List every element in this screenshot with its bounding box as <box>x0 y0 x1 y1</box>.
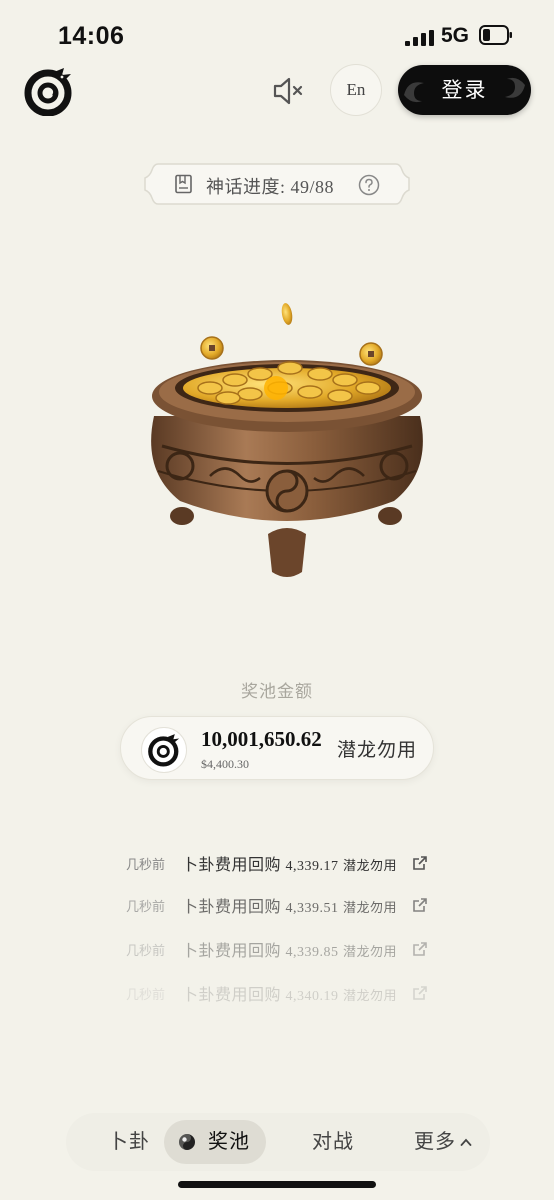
external-link-icon[interactable] <box>412 941 428 957</box>
prize-pool-label: 奖池金额 <box>241 682 313 701</box>
feed-action: 卜卦费用回购 <box>182 987 282 1004</box>
feed-token: 潜龙勿用 <box>343 900 398 915</box>
yin-yang-icon <box>179 1134 195 1150</box>
feed-time: 几秒前 <box>126 987 166 1002</box>
dragon-logo-icon <box>148 734 180 767</box>
status-bar: 14:06 5G <box>0 0 554 70</box>
feed-token: 潜龙勿用 <box>343 988 398 1003</box>
feed-time: 几秒前 <box>126 857 166 872</box>
external-link-icon[interactable] <box>412 897 428 913</box>
nav-item-battle[interactable]: 对战 <box>312 1113 354 1171</box>
feed-time: 几秒前 <box>126 899 166 914</box>
list-item: 几秒前 卜卦费用回购 4,339.85 潜龙勿用 <box>0 934 554 964</box>
feed-description: 卜卦费用回购 4,339.85 潜龙勿用 <box>182 937 397 961</box>
prize-usd-value: $4,400.30 <box>201 757 249 771</box>
language-toggle-button[interactable]: En <box>330 64 382 116</box>
network-label: 5G <box>441 24 470 47</box>
feed-amount: 4,339.51 <box>285 901 339 916</box>
token-logo <box>141 727 187 773</box>
feed-description: 卜卦费用回购 4,339.17 潜龙勿用 <box>182 851 397 875</box>
external-link-icon[interactable] <box>412 985 428 1001</box>
mute-icon[interactable] <box>270 75 304 107</box>
login-label: 登录 <box>441 78 488 102</box>
feed-action: 卜卦费用回购 <box>182 857 282 874</box>
feed-amount: 4,340.19 <box>285 989 339 1004</box>
feed-description: 卜卦费用回购 4,339.51 潜龙勿用 <box>182 893 397 917</box>
signal-icon <box>405 30 434 46</box>
feed-amount: 4,339.85 <box>285 945 339 960</box>
progress-text: 神话进度: 49/88 <box>206 177 335 197</box>
help-icon[interactable] <box>358 174 380 196</box>
bottom-nav: 卜卦 奖池 对战 更多 <box>66 1113 490 1171</box>
external-link-icon[interactable] <box>412 855 428 871</box>
dragon-logo-icon[interactable] <box>24 66 74 116</box>
feed-time: 几秒前 <box>126 943 166 958</box>
list-item: 几秒前 卜卦费用回购 4,339.17 潜龙勿用 <box>0 848 554 878</box>
list-item: 几秒前 卜卦费用回购 4,340.19 潜龙勿用 <box>0 978 554 1008</box>
chevron-up-icon[interactable] <box>460 1137 472 1147</box>
book-icon <box>175 174 192 194</box>
feed-description: 卜卦费用回购 4,340.19 潜龙勿用 <box>182 981 397 1005</box>
treasure-pot-illustration <box>151 303 423 577</box>
feed-token: 潜龙勿用 <box>343 858 398 873</box>
home-indicator[interactable] <box>178 1181 376 1188</box>
feed-action: 卜卦费用回购 <box>182 899 282 916</box>
feed-action: 卜卦费用回购 <box>182 943 282 960</box>
login-button[interactable]: 登录 <box>398 65 531 115</box>
status-time: 14:06 <box>58 22 125 50</box>
nav-item-more[interactable]: 更多 <box>414 1113 456 1171</box>
prize-pool-card: 10,001,650.62 $4,400.30 潜龙勿用 <box>120 716 434 780</box>
nav-item-prize-pool-label: 奖池 <box>208 1131 250 1153</box>
feed-token: 潜龙勿用 <box>343 944 398 959</box>
battery-icon <box>479 25 512 45</box>
prize-token-name: 潜龙勿用 <box>337 740 418 761</box>
myth-progress-pill[interactable]: 神话进度: 49/88 <box>144 160 410 208</box>
nav-item-divination[interactable]: 卜卦 <box>108 1113 150 1171</box>
list-item: 几秒前 卜卦费用回购 4,339.51 潜龙勿用 <box>0 890 554 920</box>
feed-amount: 4,339.17 <box>285 859 339 874</box>
prize-amount: 10,001,650.62 <box>201 727 322 751</box>
